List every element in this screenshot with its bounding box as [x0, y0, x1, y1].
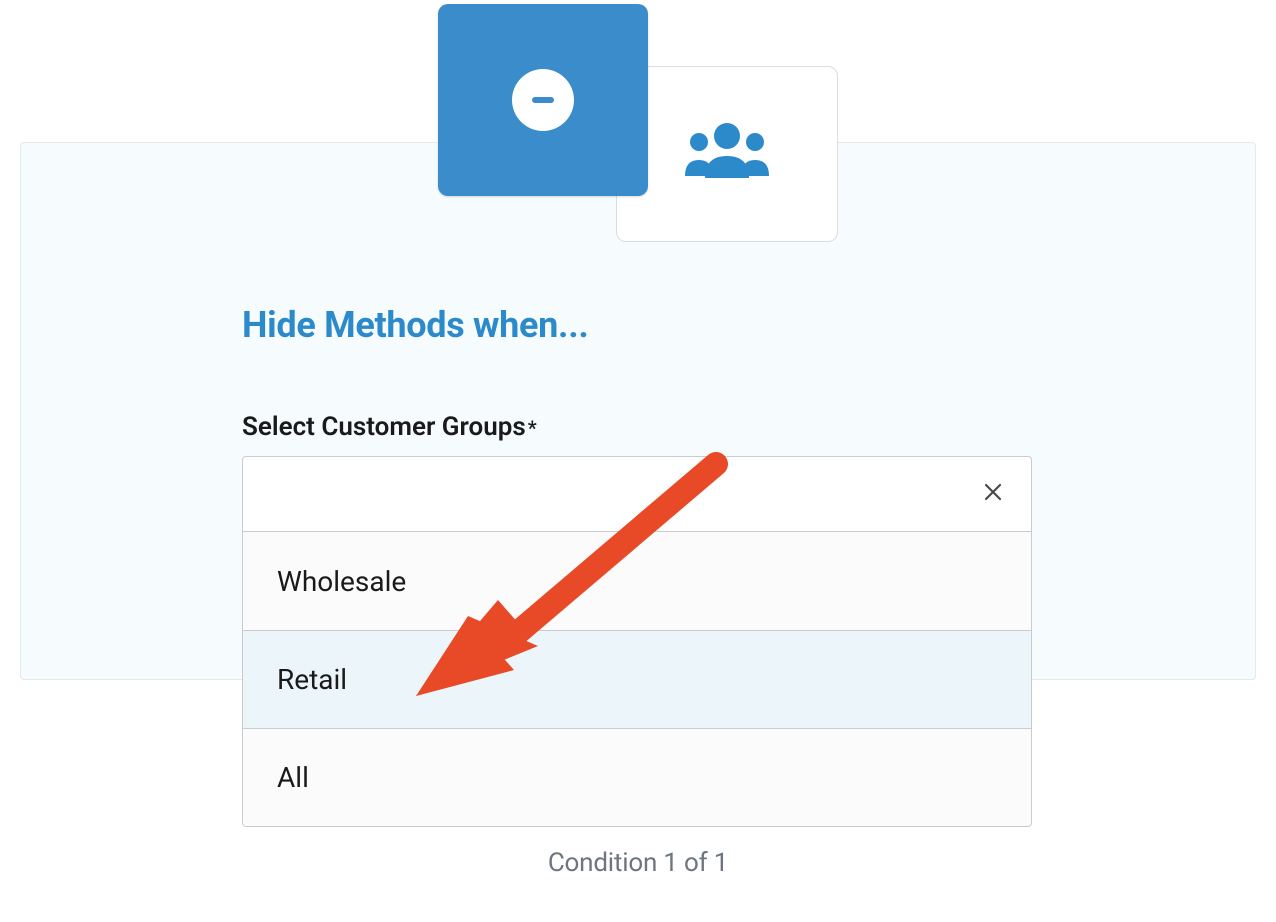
hide-methods-tile[interactable] [438, 4, 648, 196]
option-wholesale[interactable]: Wholesale [243, 532, 1031, 630]
option-retail[interactable]: Retail [243, 630, 1031, 728]
close-icon[interactable] [983, 482, 1003, 506]
customer-group-tile[interactable] [616, 66, 838, 242]
customer-groups-dropdown: Wholesale Retail All [242, 532, 1032, 827]
users-icon [681, 116, 773, 192]
customer-groups-input[interactable] [242, 456, 1032, 532]
customer-groups-select: Wholesale Retail All [242, 456, 1032, 827]
condition-counter: Condition 1 of 1 [0, 848, 1276, 878]
field-label: Select Customer Groups* [242, 412, 537, 442]
option-all[interactable]: All [243, 728, 1031, 826]
minus-circle-icon [512, 69, 574, 131]
section-heading: Hide Methods when... [242, 304, 588, 346]
